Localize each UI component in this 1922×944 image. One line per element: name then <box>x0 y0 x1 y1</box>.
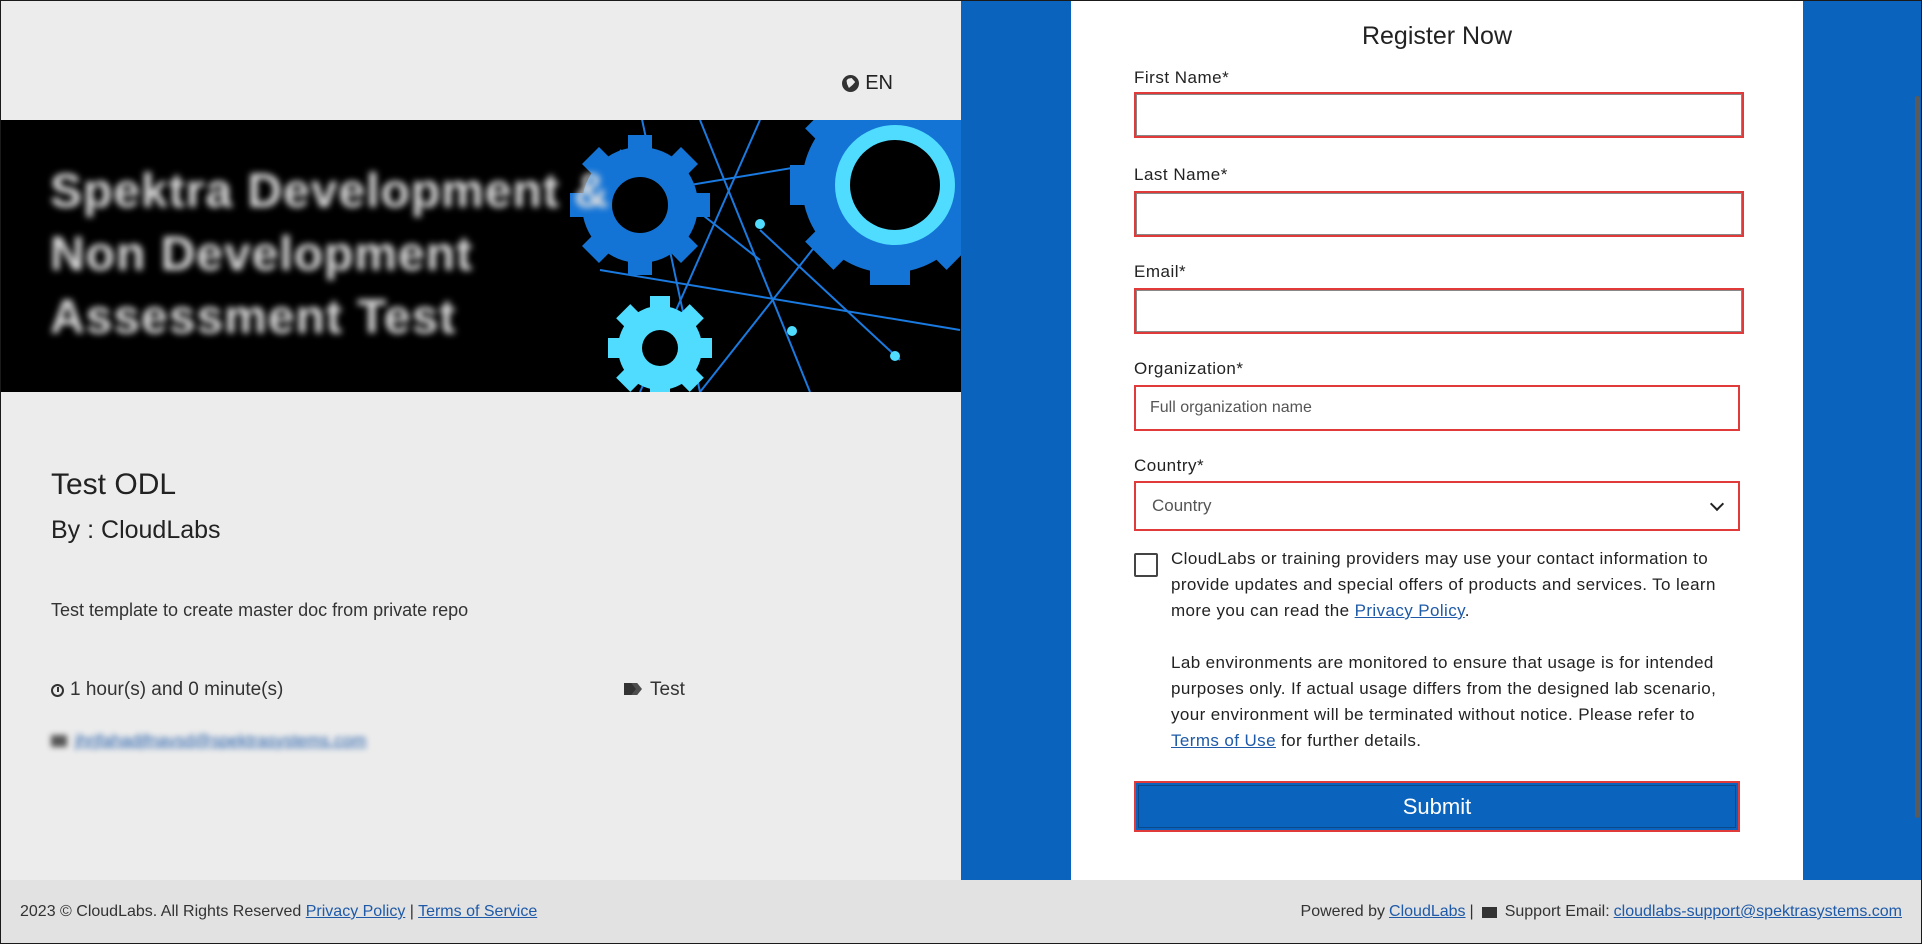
registration-form: Register Now First Name* Last Name* Emai… <box>1071 0 1803 880</box>
course-duration: 1 hour(s) and 0 minute(s) <box>51 679 283 701</box>
first-name-label: First Name* <box>1134 68 1230 87</box>
consent-checkbox[interactable] <box>1134 553 1158 577</box>
tag-text: Test <box>650 679 685 700</box>
scrollbar-thumb[interactable] <box>1915 96 1920 818</box>
footer-left: 2023 © CloudLabs. All Rights Reserved Pr… <box>20 903 537 921</box>
organization-input[interactable] <box>1134 385 1740 431</box>
course-author: By : CloudLabs <box>51 516 221 544</box>
course-panel: EN Spektra Development & Non Development… <box>0 0 961 880</box>
page-footer: 2023 © CloudLabs. All Rights Reserved Pr… <box>0 880 1922 944</box>
form-title: Register Now <box>1361 22 1513 50</box>
support-label: Support Email: <box>1504 903 1610 920</box>
copyright-text: 2023 © CloudLabs. All Rights Reserved <box>20 903 306 920</box>
language-selector[interactable]: EN <box>842 72 893 95</box>
course-banner: Spektra Development & Non Development As… <box>0 120 961 392</box>
consent-text-marketing-end: . <box>1464 601 1470 620</box>
submit-label: Submit <box>1402 793 1472 819</box>
support-email-link[interactable]: cloudlabs-support@spektrasystems.com <box>1614 903 1902 921</box>
submit-button[interactable]: Submit <box>1134 781 1740 832</box>
globe-icon <box>842 75 860 92</box>
consent-text-monitoring-end: for further details. <box>1275 731 1422 750</box>
course-tags: Test <box>624 679 685 701</box>
consent-paragraph-monitoring: Lab environments are monitored to ensure… <box>1171 650 1731 754</box>
banner-title: Spektra Development & Non Development As… <box>50 165 610 344</box>
course-title: Test ODL <box>51 468 177 501</box>
footer-separator-2: | <box>1469 903 1474 920</box>
last-name-label: Last Name* <box>1134 165 1228 184</box>
footer-separator: | <box>405 903 419 920</box>
form-side-bar-right <box>1803 0 1913 880</box>
footer-privacy-link[interactable]: Privacy Policy <box>306 903 406 920</box>
envelope-icon <box>51 735 67 747</box>
consent-text-monitoring: Lab environments are monitored to ensure… <box>1171 653 1717 724</box>
consent-paragraph-marketing: CloudLabs or training providers may use … <box>1171 546 1731 624</box>
contact-email-link[interactable]: jhrjfahadjfnavsd@spektrasystems.com <box>75 731 366 751</box>
organization-label: Organization* <box>1134 359 1244 378</box>
footer-cloudlabs-link[interactable]: CloudLabs <box>1389 903 1466 921</box>
last-name-input[interactable] <box>1134 191 1744 237</box>
email-label: Email* <box>1134 262 1187 281</box>
powered-by-text: Powered by <box>1300 903 1386 920</box>
first-name-input[interactable] <box>1134 92 1744 138</box>
language-label: EN <box>865 72 893 94</box>
clock-icon <box>51 683 64 697</box>
footer-terms-link[interactable]: Terms of Service <box>418 903 537 920</box>
course-contact: jhrjfahadjfnavsd@spektrasystems.com <box>51 731 366 751</box>
tags-icon <box>624 683 642 697</box>
envelope-icon <box>1481 906 1497 918</box>
country-label: Country* <box>1134 456 1205 475</box>
privacy-policy-link[interactable]: Privacy Policy <box>1355 601 1465 620</box>
duration-text: 1 hour(s) and 0 minute(s) <box>70 679 284 700</box>
footer-right: Powered by CloudLabs | Support Email: cl… <box>1301 903 1902 921</box>
country-selected-value: Country <box>1152 496 1212 515</box>
email-input[interactable] <box>1134 288 1744 334</box>
terms-of-use-link[interactable]: Terms of Use <box>1171 731 1276 750</box>
country-select[interactable]: Country <box>1134 481 1740 531</box>
course-description: Test template to create master doc from … <box>51 600 469 620</box>
chevron-down-icon <box>1709 496 1725 512</box>
consent-text: CloudLabs or training providers may use … <box>1171 546 1731 780</box>
form-side-bar-left <box>961 0 1071 880</box>
